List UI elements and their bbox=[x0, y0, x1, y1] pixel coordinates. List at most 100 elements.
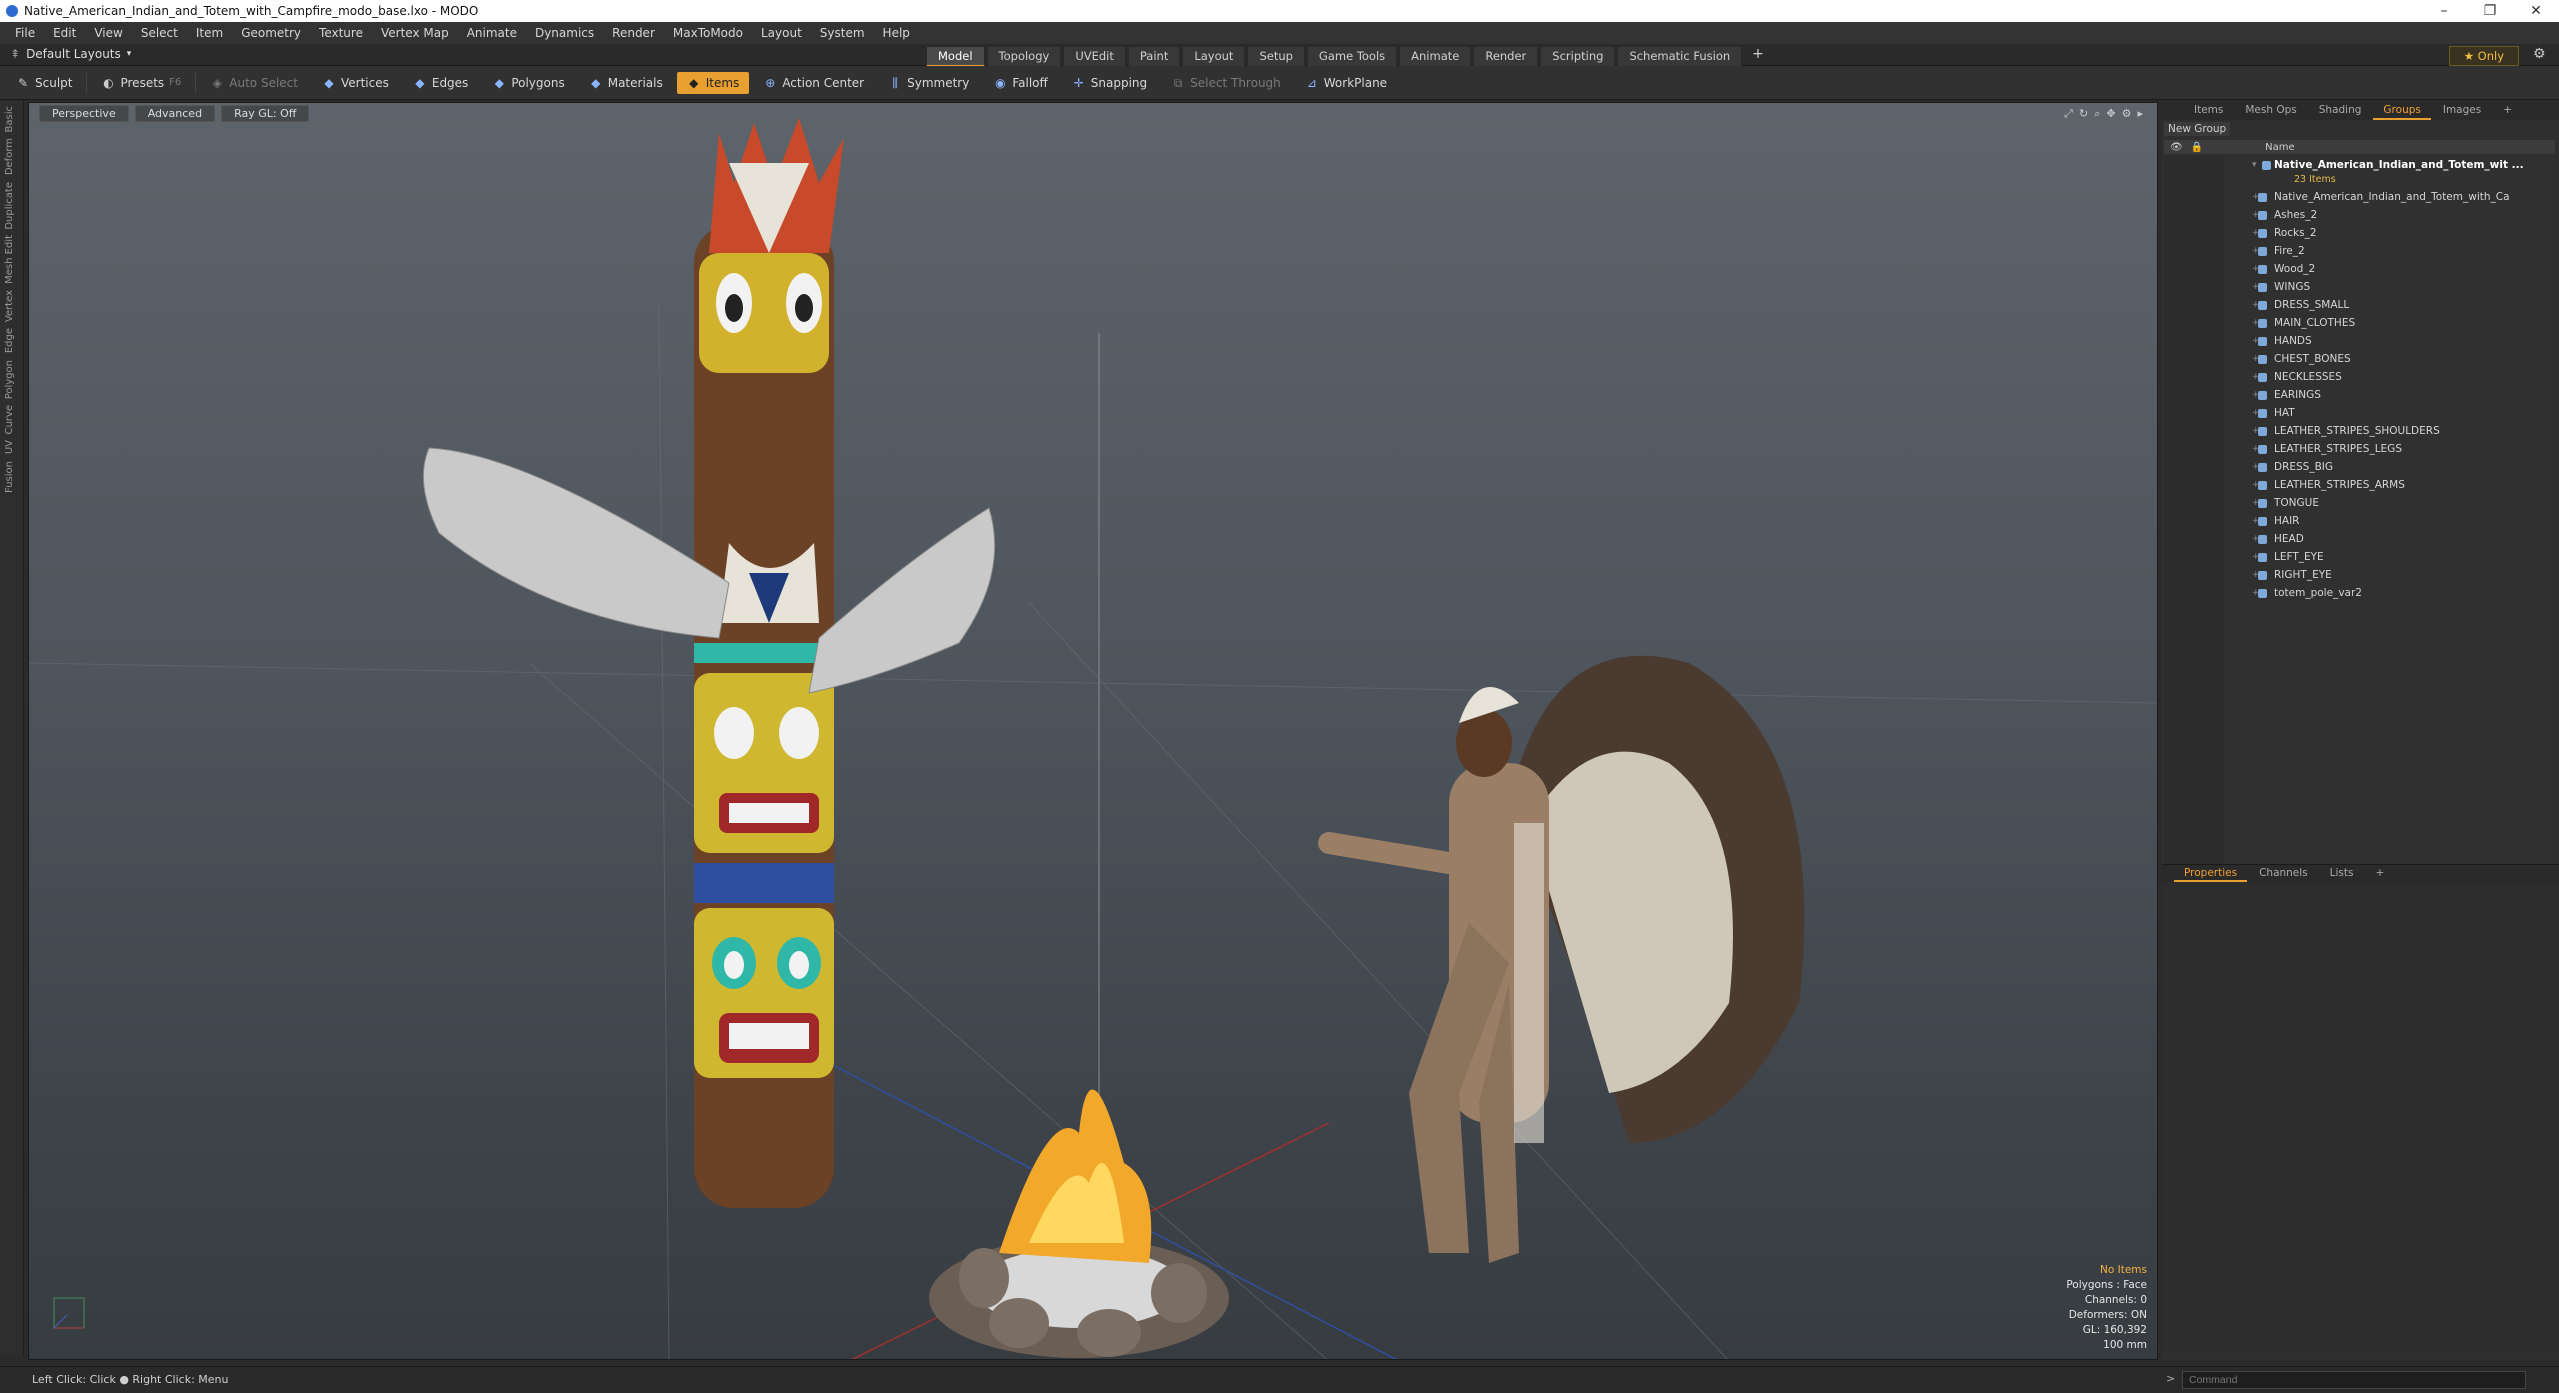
tree-item-row[interactable]: + NECKLESSES bbox=[2164, 368, 2555, 386]
tab-schematic-fusion[interactable]: Schematic Fusion bbox=[1617, 46, 1743, 67]
menu-geometry[interactable]: Geometry bbox=[232, 26, 310, 40]
falloff-button[interactable]: ◉ Falloff bbox=[983, 72, 1057, 94]
fit-view-icon[interactable]: ⤢ bbox=[2064, 107, 2073, 121]
tab-items[interactable]: Items bbox=[2184, 102, 2233, 120]
workplane-button[interactable]: ⊿ WorkPlane bbox=[1295, 72, 1397, 94]
snapping-button[interactable]: ✛ Snapping bbox=[1062, 72, 1157, 94]
tree-item-row[interactable]: + Fire_2 bbox=[2164, 242, 2555, 260]
tree-item-row[interactable]: + LEATHER_STRIPES_LEGS bbox=[2164, 440, 2555, 458]
tab-paint[interactable]: Paint bbox=[1127, 46, 1181, 67]
tab-animate[interactable]: Animate bbox=[1399, 46, 1472, 67]
tree-item-row[interactable]: + LEATHER_STRIPES_SHOULDERS bbox=[2164, 422, 2555, 440]
tab-render[interactable]: Render bbox=[1473, 46, 1539, 67]
name-column-header[interactable]: Name bbox=[2265, 142, 2295, 153]
tree-item-row[interactable]: + HANDS bbox=[2164, 332, 2555, 350]
tree-item-row[interactable]: + CHEST_BONES bbox=[2164, 350, 2555, 368]
tree-item-row[interactable]: + HAIR bbox=[2164, 512, 2555, 530]
tab-scripting[interactable]: Scripting bbox=[1540, 46, 1616, 67]
maximize-button[interactable]: ❐ bbox=[2467, 0, 2513, 22]
strip-tab-fusion[interactable]: Fusion bbox=[4, 461, 15, 493]
3d-viewport[interactable]: Perspective Advanced Ray GL: Off ⤢ ↻ ⌕ ✥… bbox=[28, 102, 2158, 1360]
tree-item-row[interactable]: + Wood_2 bbox=[2164, 260, 2555, 278]
tree-item-row[interactable]: + TONGUE bbox=[2164, 494, 2555, 512]
menu-render[interactable]: Render bbox=[603, 26, 664, 40]
tree-item-row[interactable]: + Rocks_2 bbox=[2164, 224, 2555, 242]
menu-maxtomodo[interactable]: MaxToModo bbox=[664, 26, 752, 40]
pan-view-icon[interactable]: ✥ bbox=[2106, 107, 2115, 121]
strip-tab-vertex[interactable]: Vertex bbox=[4, 290, 15, 322]
materials-button[interactable]: ◆ Materials bbox=[579, 72, 673, 94]
tab-images[interactable]: Images bbox=[2433, 102, 2491, 120]
view-mode-dropdown[interactable]: Perspective bbox=[39, 105, 129, 122]
strip-tab-duplicate[interactable]: Duplicate bbox=[4, 182, 15, 230]
tab-layout[interactable]: Layout bbox=[1182, 46, 1246, 67]
strip-tab-curve[interactable]: Curve bbox=[4, 405, 15, 435]
collapse-icon[interactable]: ▾ bbox=[2252, 160, 2257, 170]
tab-mesh-ops[interactable]: Mesh Ops bbox=[2235, 102, 2306, 120]
viewport-expand-icon[interactable]: ▸ bbox=[2137, 107, 2143, 121]
strip-tab-basic[interactable]: Basic bbox=[4, 106, 15, 132]
items-button[interactable]: ◆ Items bbox=[676, 71, 750, 94]
tab-setup[interactable]: Setup bbox=[1247, 46, 1305, 67]
tree-item-row[interactable]: + Ashes_2 bbox=[2164, 206, 2555, 224]
tree-item-row[interactable]: + EARINGS bbox=[2164, 386, 2555, 404]
only-toggle[interactable]: ★ Only bbox=[2448, 46, 2519, 66]
menu-view[interactable]: View bbox=[85, 26, 131, 40]
sculpt-button[interactable]: ✎ Sculpt bbox=[6, 72, 82, 94]
menu-texture[interactable]: Texture bbox=[310, 26, 372, 40]
tree-item-row[interactable]: + RIGHT_EYE bbox=[2164, 566, 2555, 584]
auto-select-button[interactable]: ◈ Auto Select bbox=[200, 72, 308, 94]
tab-uvedit[interactable]: UVEdit bbox=[1063, 46, 1126, 67]
menu-file[interactable]: File bbox=[6, 26, 44, 40]
tree-item-row[interactable]: + HAT bbox=[2164, 404, 2555, 422]
tab-shading[interactable]: Shading bbox=[2309, 102, 2372, 120]
menu-dynamics[interactable]: Dynamics bbox=[526, 26, 603, 40]
gear-icon[interactable]: ⚙ bbox=[2533, 46, 2551, 64]
menu-help[interactable]: Help bbox=[874, 26, 919, 40]
menu-edit[interactable]: Edit bbox=[44, 26, 85, 40]
tab-channels[interactable]: Channels bbox=[2249, 865, 2318, 882]
tree-item-row[interactable]: + LEFT_EYE bbox=[2164, 548, 2555, 566]
close-button[interactable]: ✕ bbox=[2513, 0, 2559, 22]
tree-item-row[interactable]: + WINGS bbox=[2164, 278, 2555, 296]
tab-groups[interactable]: Groups bbox=[2373, 102, 2431, 120]
menu-animate[interactable]: Animate bbox=[458, 26, 526, 40]
tab-model[interactable]: Model bbox=[926, 46, 985, 67]
add-tab-button[interactable]: + bbox=[1744, 46, 1772, 67]
menu-item[interactable]: Item bbox=[187, 26, 232, 40]
tree-item-row[interactable]: + DRESS_BIG bbox=[2164, 458, 2555, 476]
zoom-view-icon[interactable]: ⌕ bbox=[2094, 107, 2100, 121]
symmetry-button[interactable]: ⫼ Symmetry bbox=[878, 72, 979, 94]
strip-tab-deform[interactable]: Deform bbox=[4, 138, 15, 175]
edges-button[interactable]: ◆ Edges bbox=[403, 72, 478, 94]
shading-dropdown[interactable]: Advanced bbox=[134, 105, 216, 122]
menu-layout[interactable]: Layout bbox=[752, 26, 811, 40]
action-center-button[interactable]: ⊕ Action Center bbox=[753, 72, 874, 94]
tab-topology[interactable]: Topology bbox=[986, 46, 1062, 67]
viewport-gear-icon[interactable]: ⚙ bbox=[2122, 107, 2132, 121]
tree-item-row[interactable]: + DRESS_SMALL bbox=[2164, 296, 2555, 314]
menu-vertex-map[interactable]: Vertex Map bbox=[372, 26, 458, 40]
add-props-tab-button[interactable]: + bbox=[2365, 865, 2394, 882]
strip-tab-uv[interactable]: UV bbox=[4, 440, 15, 454]
new-group-button[interactable]: New Group bbox=[2164, 122, 2231, 136]
command-input[interactable] bbox=[2182, 1371, 2526, 1389]
tab-properties[interactable]: Properties bbox=[2174, 865, 2248, 882]
polygons-button[interactable]: ◆ Polygons bbox=[482, 72, 574, 94]
vertices-button[interactable]: ◆ Vertices bbox=[312, 72, 399, 94]
strip-tab-polygon[interactable]: Polygon bbox=[4, 360, 15, 399]
raygl-toggle[interactable]: Ray GL: Off bbox=[221, 105, 310, 122]
tree-item-row[interactable]: + HEAD bbox=[2164, 530, 2555, 548]
select-through-button[interactable]: ⧉ Select Through bbox=[1161, 72, 1291, 94]
presets-button[interactable]: ◐ Presets F6 bbox=[91, 72, 191, 94]
tree-item-row[interactable]: + LEATHER_STRIPES_ARMS bbox=[2164, 476, 2555, 494]
default-layouts-dropdown[interactable]: ⇞ Default Layouts ▾ bbox=[10, 47, 131, 61]
strip-tab-mesh-edit[interactable]: Mesh Edit bbox=[4, 235, 15, 284]
minimize-button[interactable]: – bbox=[2421, 0, 2467, 22]
tab-lists[interactable]: Lists bbox=[2320, 865, 2364, 882]
menu-select[interactable]: Select bbox=[132, 26, 187, 40]
tab-game-tools[interactable]: Game Tools bbox=[1306, 46, 1398, 67]
tree-item-row[interactable]: + Native_American_Indian_and_Totem_with_C… bbox=[2164, 188, 2555, 206]
menu-system[interactable]: System bbox=[811, 26, 874, 40]
tree-item-row[interactable]: + MAIN_CLOTHES bbox=[2164, 314, 2555, 332]
